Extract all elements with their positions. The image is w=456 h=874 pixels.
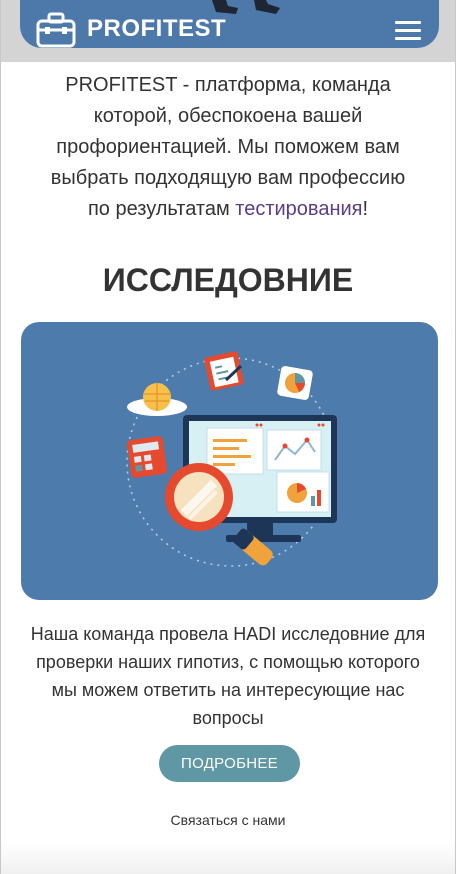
research-illustration — [21, 322, 438, 600]
brand-name[interactable]: PROFITEST — [87, 15, 226, 43]
research-description: Наша команда провела HADI исследовние дл… — [30, 624, 426, 728]
hamburger-menu-icon[interactable] — [395, 21, 421, 41]
header: PROFITEST — [20, 0, 439, 48]
intro-text-end: ! — [362, 198, 369, 220]
contact-link[interactable]: Связаться с нами — [0, 812, 456, 828]
intro-text: PROFITEST - платформа, команда которой, … — [38, 70, 418, 225]
research-analytics-illustration — [126, 351, 337, 567]
testing-link[interactable]: тестирования — [235, 198, 362, 220]
briefcase-icon[interactable] — [36, 12, 76, 48]
footer-shadow — [0, 842, 456, 874]
section-title: ИССЛЕДОВНИЕ — [102, 262, 354, 298]
page-edge-left — [0, 0, 1, 874]
more-button[interactable]: ПОДРОБНЕЕ — [159, 745, 300, 782]
